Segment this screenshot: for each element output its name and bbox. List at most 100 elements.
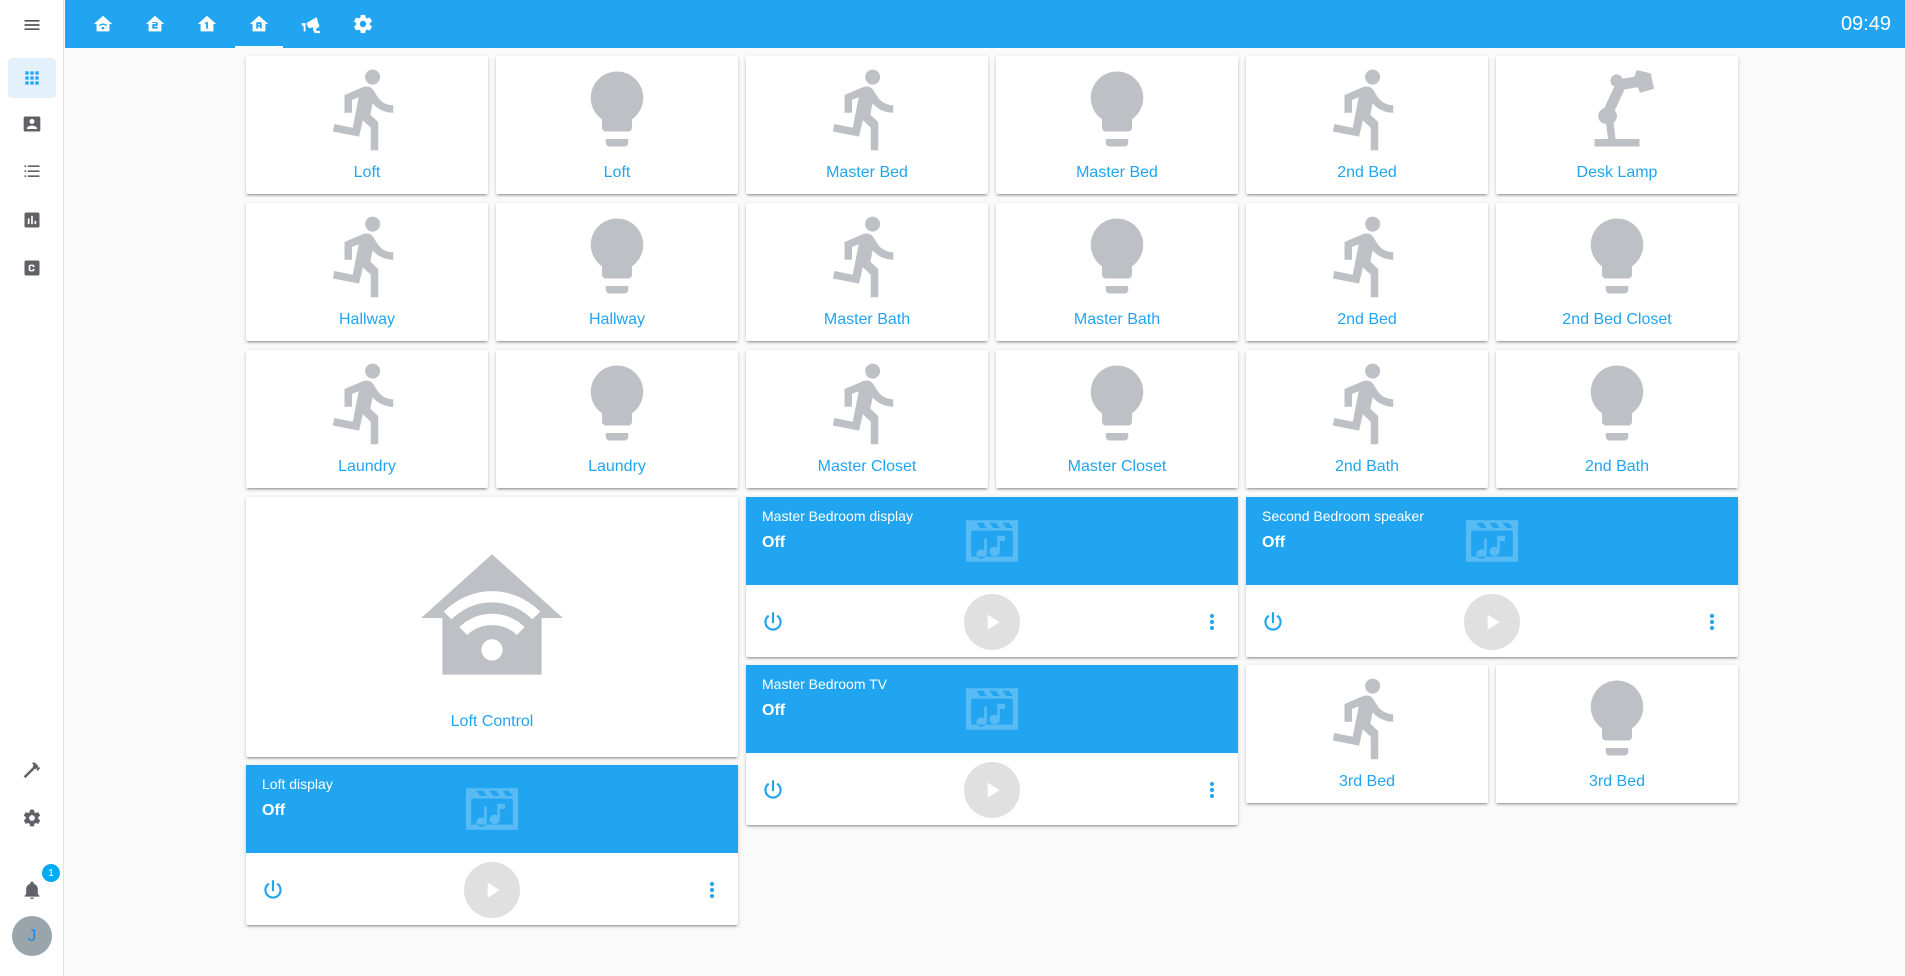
tile-label: Master Closet — [817, 458, 917, 475]
tile-label: 2nd Bath — [1584, 458, 1650, 475]
tile-label: Master Bed — [1076, 164, 1158, 181]
tab-cctv[interactable] — [287, 0, 335, 48]
top-app-bar: 09:49 — [65, 0, 1905, 48]
media-card-second-bedroom-speaker: Second Bedroom speaker Off — [1246, 497, 1738, 657]
tile-desk-lamp[interactable]: Desk Lamp — [1496, 56, 1738, 194]
tile-label: 2nd Bed Closet — [1562, 311, 1672, 328]
tile-2nd-bed-motion-2[interactable]: 2nd Bed — [1246, 203, 1488, 341]
tab-settings[interactable] — [339, 0, 387, 48]
notifications-icon[interactable]: 1 — [8, 864, 60, 910]
play-button[interactable] — [464, 862, 520, 918]
tile-3rd-bed-motion[interactable]: 3rd Bed — [1246, 665, 1488, 803]
tile-label: Master Bed — [826, 164, 908, 181]
bulb-icon — [1496, 211, 1738, 301]
avatar[interactable]: J — [12, 916, 52, 956]
motion-icon — [746, 211, 988, 301]
tile-master-bath-light[interactable]: Master Bath — [996, 203, 1238, 341]
tile-label: Master Bath — [823, 311, 911, 328]
loft-control-card[interactable]: Loft Control — [246, 497, 738, 757]
power-icon[interactable] — [760, 609, 786, 635]
bulb-icon — [496, 358, 738, 448]
tab-home-wifi[interactable] — [79, 0, 127, 48]
tile-master-closet-motion[interactable]: Master Closet — [746, 350, 988, 488]
power-icon[interactable] — [760, 777, 786, 803]
tile-label: Laundry — [588, 458, 646, 475]
motion-icon — [246, 358, 488, 448]
media-name: Second Bedroom speaker — [1262, 508, 1424, 524]
tile-master-bed-light[interactable]: Master Bed — [996, 56, 1238, 194]
media-header: Loft display Off — [246, 765, 738, 853]
tile-hallway-motion[interactable]: Hallway — [246, 203, 488, 341]
menu-icon[interactable] — [12, 10, 52, 40]
home-floor-1-icon — [197, 15, 217, 32]
play-icon — [1487, 614, 1500, 630]
tile-2nd-bath-light[interactable]: 2nd Bath — [1496, 350, 1738, 488]
hacs-icon[interactable] — [8, 248, 56, 288]
tile-hallway-light[interactable]: Hallway — [496, 203, 738, 341]
tile-label: Hallway — [338, 311, 395, 328]
logbook-icon[interactable] — [8, 152, 56, 192]
tile-loft-motion[interactable]: Loft — [246, 56, 488, 194]
bulb-icon — [1496, 673, 1738, 763]
tile-2nd-bed-closet-light[interactable]: 2nd Bed Closet — [1496, 203, 1738, 341]
tile-master-bath-motion[interactable]: Master Bath — [746, 203, 988, 341]
sidebar: 1 J — [0, 0, 64, 976]
tile-label: Hallway — [588, 311, 645, 328]
power-icon[interactable] — [1260, 609, 1286, 635]
media-card-master-bedroom-tv: Master Bedroom TV Off — [746, 665, 1238, 825]
tile-laundry-light[interactable]: Laundry — [496, 350, 738, 488]
motion-icon — [246, 64, 488, 154]
tab-floor-2[interactable] — [131, 0, 179, 48]
tile-master-bed-motion[interactable]: Master Bed — [746, 56, 988, 194]
movie-music-icon — [960, 683, 1024, 735]
home-wifi-icon — [93, 15, 113, 32]
tab-floor-a[interactable] — [235, 0, 283, 48]
media-card-loft-display: Loft display Off — [246, 765, 738, 925]
history-icon[interactable] — [8, 200, 56, 240]
settings-icon[interactable] — [8, 798, 56, 838]
bulb-icon — [1496, 358, 1738, 448]
overview-icon[interactable] — [8, 58, 56, 98]
media-header: Master Bedroom TV Off — [746, 665, 1238, 753]
power-icon[interactable] — [260, 877, 286, 903]
bulb-icon — [996, 358, 1238, 448]
tile-label: 2nd Bed — [1337, 311, 1397, 328]
tile-2nd-bath-motion[interactable]: 2nd Bath — [1246, 350, 1488, 488]
tile-label: Loft — [603, 164, 631, 181]
map-icon[interactable] — [8, 104, 56, 144]
tile-2nd-bed-motion[interactable]: 2nd Bed — [1246, 56, 1488, 194]
motion-icon — [746, 358, 988, 448]
motion-icon — [246, 211, 488, 301]
play-icon — [987, 614, 1000, 630]
desk-lamp-icon — [1496, 64, 1738, 154]
motion-icon — [1246, 64, 1488, 154]
more-vert-icon[interactable] — [700, 877, 724, 903]
tab-floor-1[interactable] — [183, 0, 231, 48]
gear-icon — [354, 14, 372, 34]
tile-laundry-motion[interactable]: Laundry — [246, 350, 488, 488]
tile-loft-light[interactable]: Loft — [496, 56, 738, 194]
tile-master-closet-light[interactable]: Master Closet — [996, 350, 1238, 488]
media-name: Loft display — [262, 776, 333, 792]
media-state: Off — [262, 802, 286, 819]
play-button[interactable] — [964, 762, 1020, 818]
more-vert-icon[interactable] — [1200, 777, 1224, 803]
media-state: Off — [762, 534, 786, 551]
tile-label: 3rd Bed — [1338, 773, 1396, 790]
movie-music-icon — [960, 515, 1024, 567]
bulb-icon — [496, 64, 738, 154]
tile-label: Desk Lamp — [1576, 164, 1658, 181]
motion-icon — [746, 64, 988, 154]
media-card-master-bedroom-display: Master Bedroom display Off — [746, 497, 1238, 657]
play-button[interactable] — [1464, 594, 1520, 650]
clock: 09:49 — [1840, 13, 1891, 35]
movie-music-icon — [460, 783, 524, 835]
media-controls — [1246, 585, 1738, 657]
tile-label: Laundry — [338, 458, 396, 475]
more-vert-icon[interactable] — [1700, 609, 1724, 635]
play-button[interactable] — [964, 594, 1020, 650]
developer-tools-icon[interactable] — [8, 750, 56, 790]
more-vert-icon[interactable] — [1200, 609, 1224, 635]
tile-label: 3rd Bed — [1588, 773, 1646, 790]
tile-3rd-bed-light[interactable]: 3rd Bed — [1496, 665, 1738, 803]
